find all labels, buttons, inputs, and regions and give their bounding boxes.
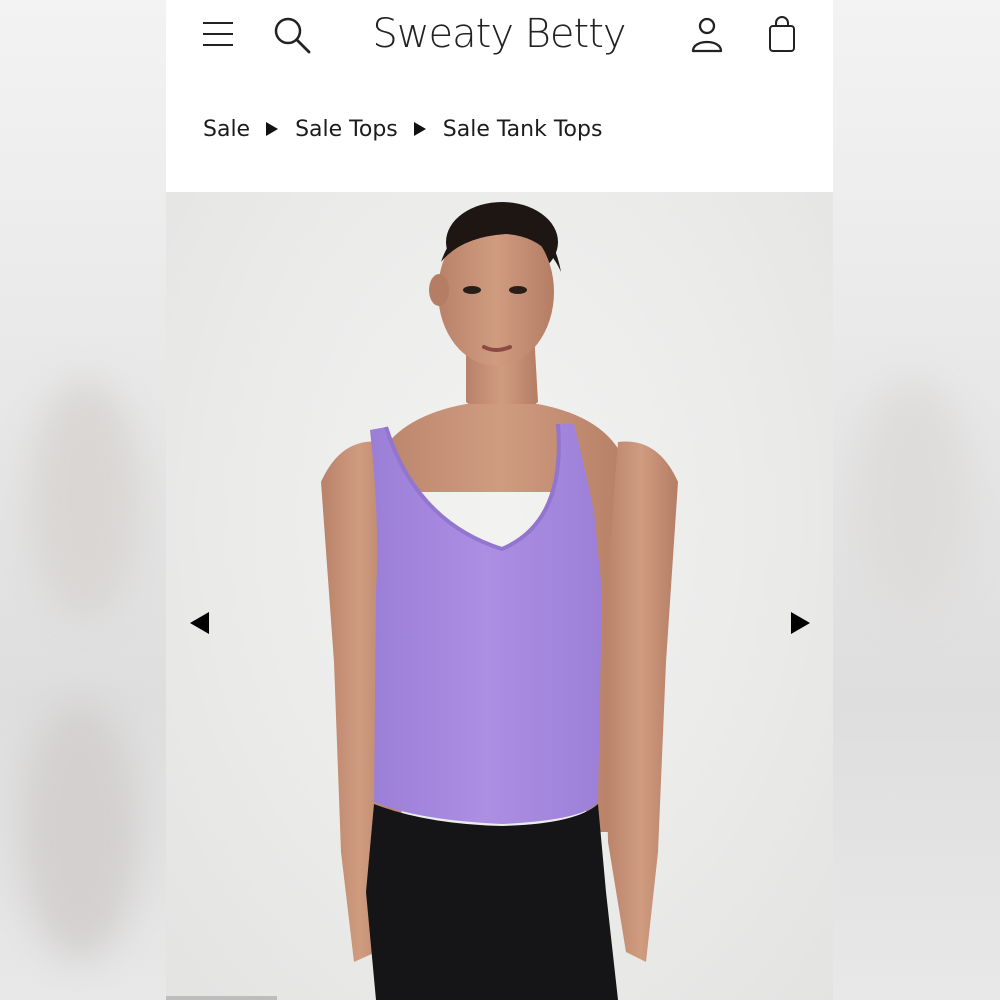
product-image-gallery[interactable] bbox=[166, 192, 833, 1000]
search-icon[interactable] bbox=[272, 15, 312, 55]
site-header: Sweaty Betty bbox=[166, 0, 833, 70]
breadcrumb-sale-tank-tops[interactable]: Sale Tank Tops bbox=[443, 117, 603, 142]
brand-logo[interactable]: Sweaty Betty bbox=[366, 8, 632, 60]
breadcrumb-sale-tops[interactable]: Sale Tops bbox=[295, 117, 398, 142]
next-image-arrow-icon[interactable] bbox=[791, 612, 810, 634]
breadcrumb-separator-icon bbox=[266, 122, 279, 136]
menu-icon[interactable] bbox=[202, 20, 234, 48]
breadcrumb: Sale Sale Tops Sale Tank Tops bbox=[203, 112, 602, 146]
product-page: Sweaty Betty Sale Sale Tops Sale Tank To… bbox=[166, 0, 833, 1000]
gallery-progress-bar bbox=[166, 996, 277, 1000]
account-icon[interactable] bbox=[690, 16, 724, 54]
blurred-background-left bbox=[0, 0, 166, 1000]
blurred-background-right bbox=[833, 0, 1000, 1000]
bag-icon[interactable] bbox=[766, 16, 798, 54]
product-image bbox=[321, 202, 678, 1000]
previous-image-arrow-icon[interactable] bbox=[190, 612, 209, 634]
breadcrumb-separator-icon bbox=[413, 122, 426, 136]
breadcrumb-sale[interactable]: Sale bbox=[203, 117, 250, 142]
